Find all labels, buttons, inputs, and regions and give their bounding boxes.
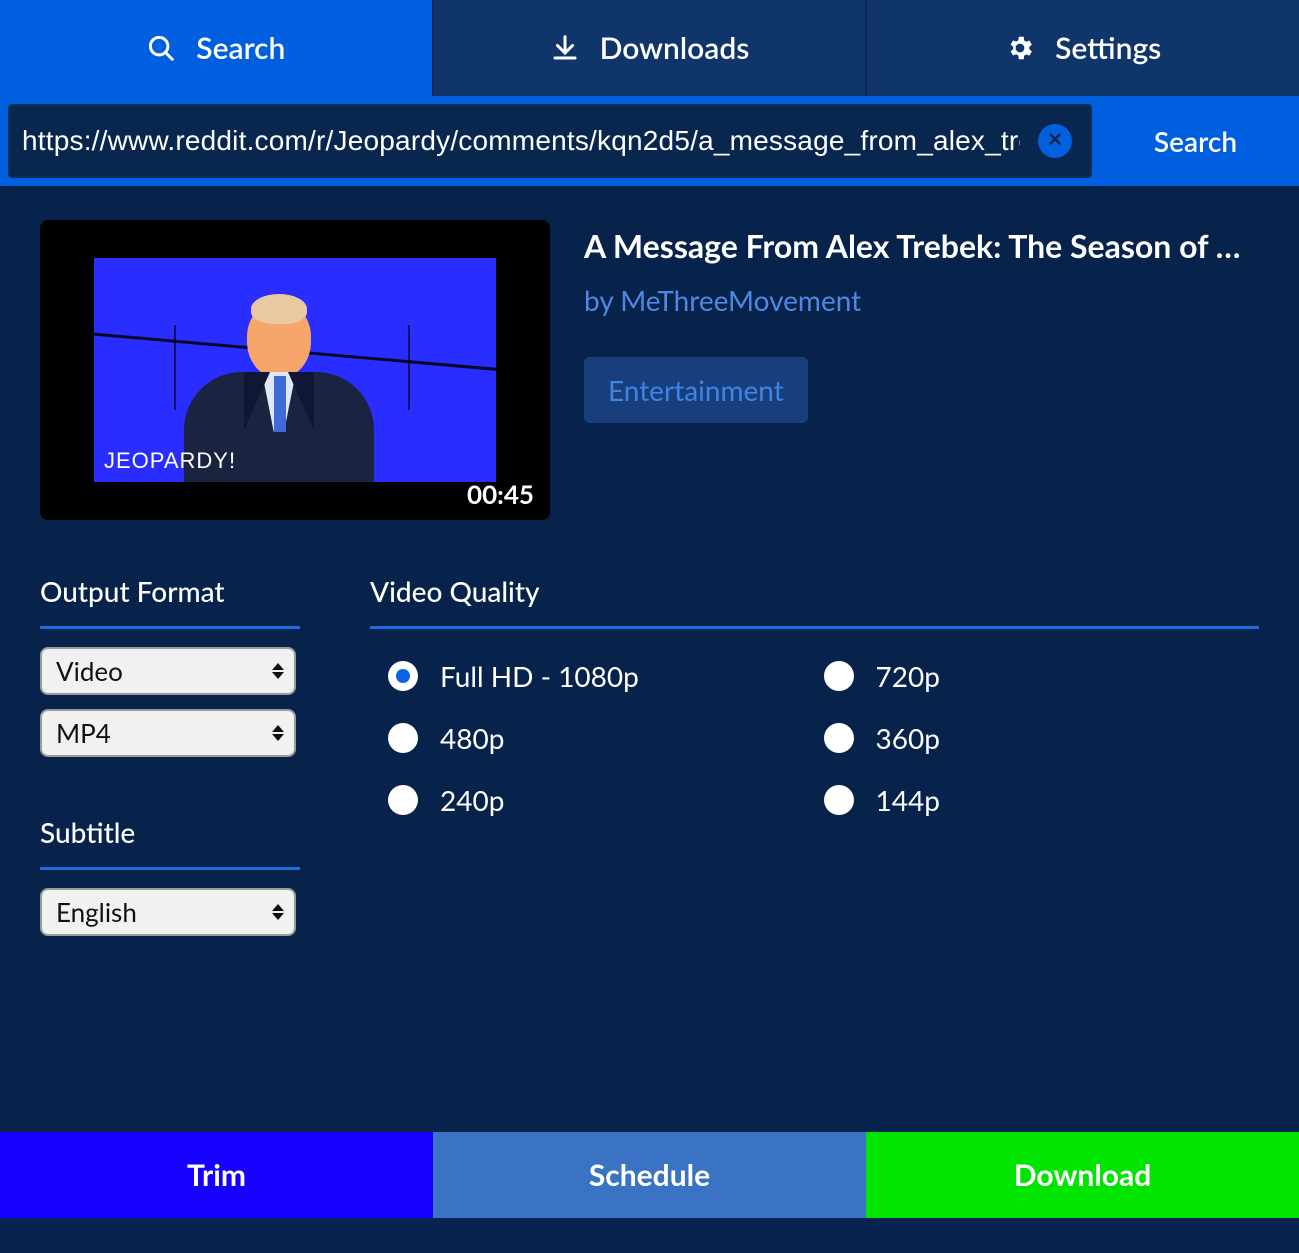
video-author[interactable]: by MeThreeMovement [584, 283, 1259, 317]
video-duration: 00:45 [467, 478, 534, 510]
close-icon [1046, 130, 1064, 152]
options-panel: Output Format Video MP4 Subtitle English… [40, 574, 1259, 950]
tab-search[interactable]: Search [0, 0, 434, 96]
schedule-label: Schedule [589, 1157, 710, 1193]
output-container-value: MP4 [56, 717, 111, 749]
tab-downloads[interactable]: Downloads [434, 0, 868, 96]
tab-downloads-label: Downloads [600, 30, 750, 66]
url-input[interactable] [22, 125, 1020, 157]
radio-icon [388, 661, 418, 691]
radio-icon [824, 723, 854, 753]
options-left-column: Output Format Video MP4 Subtitle English [40, 574, 300, 950]
subtitle-value: English [56, 896, 137, 928]
select-arrow-icon [272, 663, 284, 679]
radio-icon [388, 785, 418, 815]
bottom-action-bar: Trim Schedule Download [0, 1132, 1299, 1218]
output-type-select[interactable]: Video [40, 647, 296, 695]
tab-search-label: Search [196, 30, 285, 66]
video-quality-heading: Video Quality [370, 574, 1259, 629]
url-input-wrapper [8, 104, 1092, 178]
subtitle-heading: Subtitle [40, 815, 300, 870]
tab-settings[interactable]: Settings [867, 0, 1299, 96]
video-author-name: MeThreeMovement [620, 283, 861, 317]
quality-option[interactable]: Full HD - 1080p [388, 659, 824, 693]
quality-option[interactable]: 240p [388, 783, 824, 817]
download-button[interactable]: Download [866, 1132, 1299, 1218]
url-bar: Search [0, 96, 1299, 186]
quality-option[interactable]: 360p [824, 721, 1260, 755]
video-meta: A Message From Alex Trebek: The Season o… [584, 220, 1259, 423]
category-label: Entertainment [608, 373, 784, 407]
quality-option[interactable]: 480p [388, 721, 824, 755]
radio-icon [824, 785, 854, 815]
schedule-button[interactable]: Schedule [433, 1132, 866, 1218]
main-panel: JEOPARDY! 00:45 A Message From Alex Treb… [0, 186, 1299, 1132]
search-button[interactable]: Search [1092, 104, 1299, 178]
quality-label: 360p [876, 721, 940, 755]
radio-icon [824, 661, 854, 691]
output-container-select[interactable]: MP4 [40, 709, 296, 757]
quality-label: 480p [440, 721, 504, 755]
download-icon [550, 33, 580, 63]
gear-icon [1005, 33, 1035, 63]
clear-url-button[interactable] [1038, 124, 1072, 158]
quality-option[interactable]: 144p [824, 783, 1260, 817]
quality-grid: Full HD - 1080p 720p 480p 360p 240p 144p [370, 647, 1259, 817]
quality-label: 240p [440, 783, 504, 817]
quality-label: 144p [876, 783, 940, 817]
quality-label: 720p [876, 659, 940, 693]
download-label: Download [1014, 1157, 1152, 1193]
trim-button[interactable]: Trim [0, 1132, 433, 1218]
output-type-value: Video [56, 655, 123, 687]
trim-label: Trim [187, 1157, 246, 1193]
subtitle-select[interactable]: English [40, 888, 296, 936]
radio-icon [388, 723, 418, 753]
tab-settings-label: Settings [1055, 30, 1161, 66]
video-title: A Message From Alex Trebek: The Season o… [584, 226, 1259, 265]
show-logo: JEOPARDY! [104, 448, 236, 474]
search-icon [146, 33, 176, 63]
video-thumbnail[interactable]: JEOPARDY! 00:45 [40, 220, 550, 520]
quality-label: Full HD - 1080p [440, 659, 639, 693]
top-tabs: Search Downloads Settings [0, 0, 1299, 96]
quality-option[interactable]: 720p [824, 659, 1260, 693]
category-chip[interactable]: Entertainment [584, 357, 808, 423]
video-row: JEOPARDY! 00:45 A Message From Alex Treb… [40, 220, 1259, 520]
video-by-prefix: by [584, 283, 620, 317]
select-arrow-icon [272, 904, 284, 920]
select-arrow-icon [272, 725, 284, 741]
options-right-column: Video Quality Full HD - 1080p 720p 480p 360… [370, 574, 1259, 950]
search-button-label: Search [1154, 124, 1237, 158]
output-format-heading: Output Format [40, 574, 300, 629]
